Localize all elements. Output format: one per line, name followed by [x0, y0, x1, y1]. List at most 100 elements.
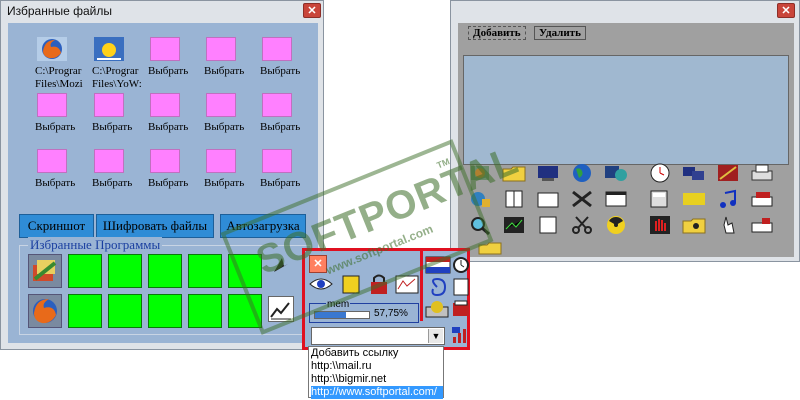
favorite-slot-9[interactable]: Выбрать [204, 93, 262, 143]
clock-icon[interactable] [452, 255, 470, 275]
dropdown-item-add-link[interactable]: Добавить ссылку [311, 347, 443, 360]
calculator-icon[interactable] [648, 189, 672, 209]
screenshot-button[interactable]: Скриншот [19, 214, 94, 238]
favorite-slot-4[interactable]: Выбрать [204, 37, 262, 87]
empty-slot-icon [262, 93, 292, 117]
favorite-slot-2[interactable]: C:\Prograr Files\YoW: [92, 37, 150, 97]
music-note-icon[interactable] [716, 189, 740, 209]
tab-add[interactable]: Добавить [468, 26, 526, 40]
program-slot[interactable] [108, 294, 142, 328]
scissors-icon[interactable] [570, 215, 594, 235]
favorite-path-line2: Files\YoW: [92, 78, 142, 90]
empty-slot-icon [206, 93, 236, 117]
disk-drive-icon[interactable] [750, 189, 774, 209]
select-label: Выбрать [204, 65, 245, 77]
program-slot[interactable] [68, 294, 102, 328]
open-folder-icon[interactable] [536, 189, 560, 209]
select-label: Выбрать [204, 177, 245, 189]
program-slot[interactable] [188, 254, 222, 288]
search-folder-icon[interactable] [682, 215, 706, 235]
select-label: Выбрать [148, 177, 189, 189]
mem-percent: 57,75% [374, 308, 408, 319]
signal-bars-icon[interactable] [451, 325, 469, 345]
empty-slot-icon [262, 149, 292, 173]
window-icon[interactable] [604, 189, 628, 209]
select-label: Выбрать [92, 177, 133, 189]
dropdown-item-link[interactable]: http:\\mail.ru [311, 360, 443, 373]
firefox-icon [37, 37, 67, 61]
empty-slot-icon [150, 149, 180, 173]
select-label: Выбрать [35, 121, 76, 133]
cable-icon[interactable] [716, 163, 740, 183]
program-slot[interactable] [108, 254, 142, 288]
winrar-program-icon[interactable] [28, 254, 62, 288]
notes-icon[interactable] [452, 299, 470, 319]
favorite-slot-3[interactable]: Выбрать [148, 37, 206, 87]
favorite-path-line2: Files\Mozi [35, 78, 83, 90]
select-label: Выбрать [92, 121, 133, 133]
program-slot[interactable] [148, 254, 182, 288]
favorite-slot-12[interactable]: Выбрать [92, 149, 150, 199]
close-button[interactable]: ✕ [303, 3, 321, 18]
chart-icon[interactable] [502, 215, 526, 235]
links-window: ✕ Добавить Удалить [450, 0, 800, 262]
select-label: Выбрать [260, 65, 301, 77]
printer-icon[interactable] [750, 163, 774, 183]
clock-icon[interactable] [648, 163, 672, 183]
drive-icon[interactable] [682, 189, 706, 209]
globe-icon[interactable] [570, 163, 594, 183]
favorite-slot-13[interactable]: Выбрать [148, 149, 206, 199]
select-label: Выбрать [204, 121, 245, 133]
favorite-slot-15[interactable]: Выбрать [260, 149, 318, 199]
stop-hand-icon[interactable] [648, 215, 672, 235]
empty-slot-icon [262, 37, 292, 61]
url-combobox[interactable]: ▼ [311, 327, 445, 345]
program-slot[interactable] [148, 294, 182, 328]
tools-icon[interactable] [570, 189, 594, 209]
favorite-slot-11[interactable]: Выбрать [35, 149, 93, 199]
monitor-icon[interactable] [536, 163, 560, 183]
chevron-down-icon[interactable]: ▼ [428, 329, 443, 343]
favorite-programs-label: Избранные Программы [28, 237, 163, 253]
tab-delete[interactable]: Удалить [534, 26, 586, 40]
network-globe-icon[interactable] [604, 163, 628, 183]
encrypt-files-button[interactable]: Шифровать файлы [96, 214, 214, 238]
gauge-icon[interactable] [425, 299, 449, 319]
empty-slot-icon [94, 149, 124, 173]
close-button[interactable]: ✕ [777, 3, 795, 18]
favorites-titlebar: Избранные файлы ✕ [1, 1, 323, 23]
mem-bar-track [314, 311, 370, 319]
favorite-slot-10[interactable]: Выбрать [260, 93, 318, 143]
dropdown-item-link-selected[interactable]: http://www.softportal.com/ [311, 386, 443, 399]
program-slot[interactable] [68, 254, 102, 288]
favorite-slot-8[interactable]: Выбрать [148, 93, 206, 143]
computers-icon[interactable] [682, 163, 706, 183]
favorite-slot-14[interactable]: Выбрать [204, 149, 262, 199]
book-icon[interactable] [502, 189, 526, 209]
favorite-slot-7[interactable]: Выбрать [92, 93, 150, 143]
select-label: Выбрать [148, 65, 189, 77]
document-icon[interactable] [452, 277, 470, 297]
window-title: Избранные файлы [7, 4, 112, 18]
empty-slot-icon [37, 93, 67, 117]
disk-icon[interactable] [750, 215, 774, 235]
empty-slot-icon [206, 37, 236, 61]
select-label: Выбрать [260, 177, 301, 189]
empty-slot-icon [94, 93, 124, 117]
program-slot[interactable] [188, 294, 222, 328]
pointer-hand-icon[interactable] [716, 215, 740, 235]
select-label: Выбрать [260, 121, 301, 133]
empty-slot-icon [206, 149, 236, 173]
radiation-icon[interactable] [604, 215, 628, 235]
empty-slot-icon [37, 149, 67, 173]
firefox-program-icon[interactable] [28, 294, 62, 328]
favorite-slot-5[interactable]: Выбрать [260, 37, 318, 87]
favorite-slot-6[interactable]: Выбрать [35, 93, 93, 143]
documents-icon[interactable] [536, 215, 560, 235]
url-dropdown-list: Добавить ссылку http:\\mail.ru http:\\bi… [308, 346, 444, 399]
empty-slot-icon [150, 37, 180, 61]
select-label: Выбрать [35, 177, 76, 189]
dropdown-item-link[interactable]: http:\\bigmir.net [311, 373, 443, 386]
favorite-slot-1[interactable]: C:\Prograr Files\Mozi [35, 37, 93, 97]
swirl-icon[interactable] [425, 277, 449, 297]
